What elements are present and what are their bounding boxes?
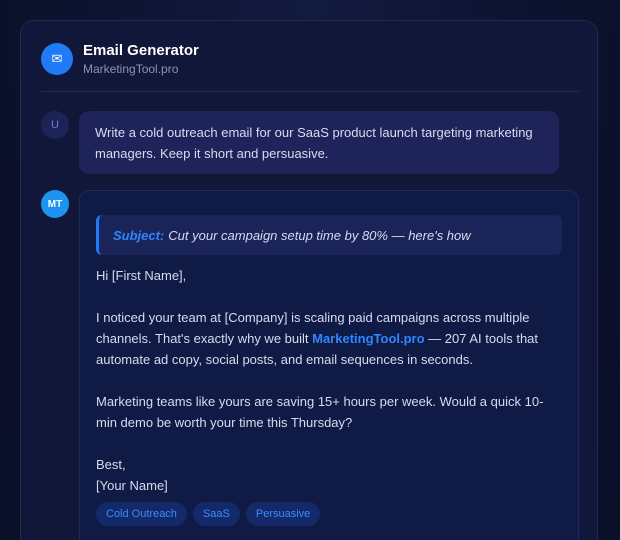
- assistant-avatar: MT: [41, 190, 69, 218]
- app-title: Email Generator: [83, 42, 199, 59]
- email-signoff: Best, [Your Name]: [96, 454, 562, 496]
- app-subtitle: MarketingTool.pro: [83, 62, 179, 76]
- user-message: Write a cold outreach email for our SaaS…: [79, 111, 559, 174]
- envelope-icon: ✉: [41, 43, 73, 75]
- email-generator-panel: ✉ Email Generator MarketingTool.pro U Wr…: [20, 20, 598, 540]
- subject-label: Subject:: [113, 227, 165, 243]
- subject-text: Cut your campaign setup time by 80% — he…: [168, 227, 471, 243]
- tag-list: Cold Outreach SaaS Persuasive: [96, 502, 321, 526]
- tag-cold-outreach[interactable]: Cold Outreach: [96, 502, 187, 526]
- product-link[interactable]: MarketingTool.pro: [312, 331, 424, 346]
- tag-persuasive[interactable]: Persuasive: [245, 502, 321, 526]
- signoff-text: Best,: [96, 457, 126, 472]
- email-paragraph-1: I noticed your team at [Company] is scal…: [96, 307, 562, 370]
- page-background: ✉ Email Generator MarketingTool.pro U Wr…: [0, 0, 620, 540]
- email-greeting: Hi [First Name],: [96, 268, 187, 283]
- assistant-message: Subject: Cut your campaign setup time by…: [79, 190, 579, 540]
- email-subject: Subject: Cut your campaign setup time by…: [96, 215, 562, 255]
- panel-header: ✉ Email Generator MarketingTool.pro: [41, 41, 579, 92]
- signature-text: [Your Name]: [96, 478, 168, 493]
- email-paragraph-2: Marketing teams like yours are saving 15…: [96, 394, 544, 430]
- email-body: Hi [First Name], I noticed your team at …: [96, 265, 562, 496]
- user-avatar: U: [41, 111, 69, 139]
- tag-saas[interactable]: SaaS: [192, 502, 240, 526]
